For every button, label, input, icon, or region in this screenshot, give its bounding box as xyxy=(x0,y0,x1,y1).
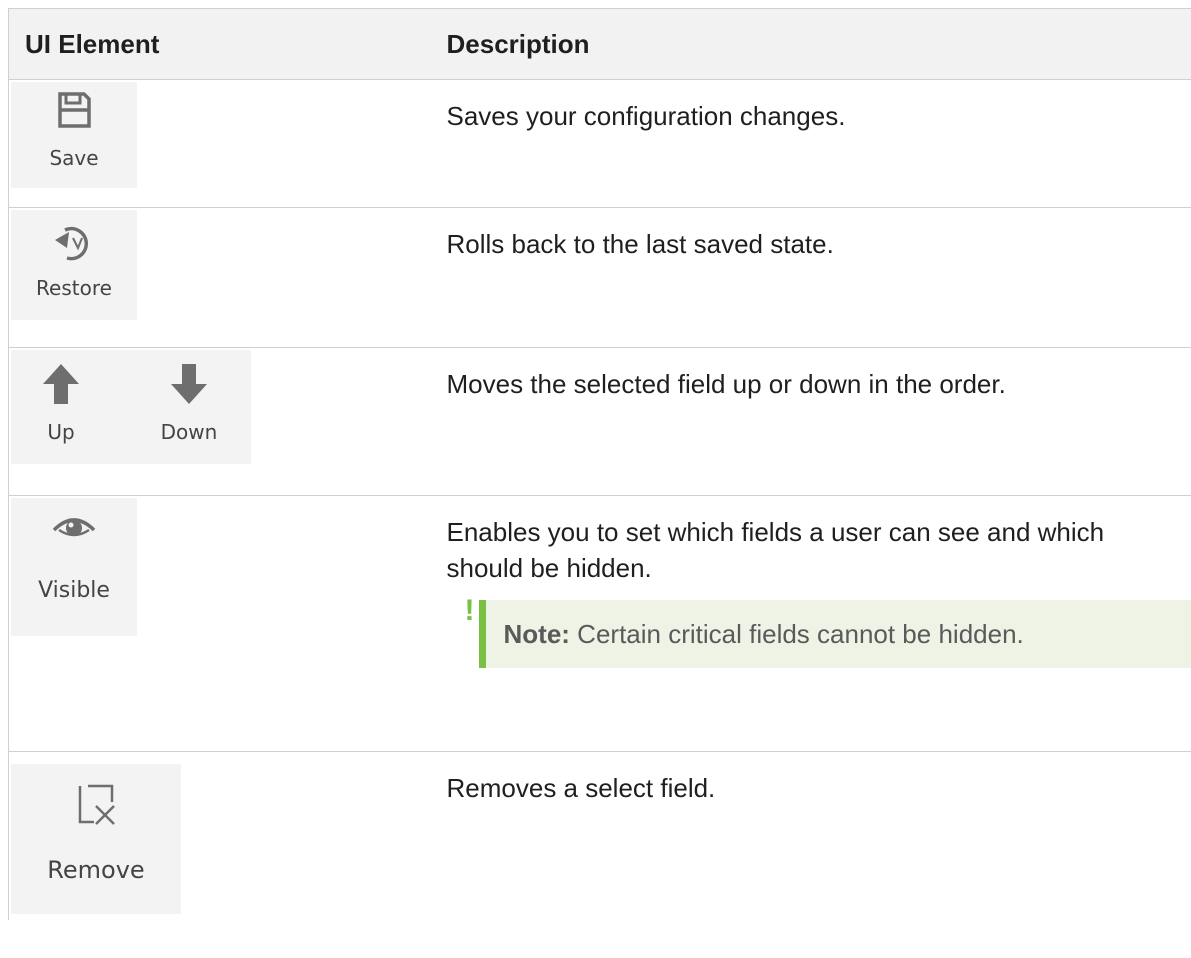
table-row: Up Down Moves the selected field up or d… xyxy=(8,347,1191,496)
table-header-row: UI Element Description xyxy=(8,8,1191,80)
column-header-ui-element: UI Element xyxy=(8,8,443,80)
arrow-up-icon xyxy=(43,364,79,404)
note-text: Certain critical fields cannot be hidden… xyxy=(577,619,1024,649)
remove-button[interactable]: Remove xyxy=(11,764,181,914)
eye-icon xyxy=(52,518,96,537)
ui-element-cell: Save xyxy=(8,79,443,208)
ui-element-cell: Up Down xyxy=(8,347,443,496)
table-row: Restore Rolls back to the last saved sta… xyxy=(8,207,1191,348)
remove-button-label: Remove xyxy=(47,856,145,884)
note-label: Note: xyxy=(503,619,570,649)
description-cell: Saves your configuration changes. xyxy=(442,79,1191,208)
restore-button[interactable]: Restore xyxy=(11,210,137,320)
ui-element-cell: Visible xyxy=(8,495,443,752)
table-row: Visible Enables you to set which fields … xyxy=(8,495,1191,752)
description-text: Enables you to set which fields a user c… xyxy=(446,517,1105,583)
arrow-down-icon xyxy=(171,364,207,404)
description-cell: Moves the selected field up or down in t… xyxy=(442,347,1191,496)
table-row: Save Saves your configuration changes. xyxy=(8,79,1191,208)
description-cell: Rolls back to the last saved state. xyxy=(442,207,1191,348)
save-button[interactable]: Save xyxy=(11,82,137,188)
up-button[interactable]: Up xyxy=(11,350,111,464)
up-button-label: Up xyxy=(47,420,75,444)
column-header-description: Description xyxy=(442,8,1191,80)
description-cell: Removes a select field. xyxy=(446,773,716,803)
note-callout: ! Note: Certain critical fields cannot b… xyxy=(465,596,1191,668)
remove-icon xyxy=(78,784,115,825)
ui-element-cell: Restore xyxy=(8,207,443,348)
save-button-label: Save xyxy=(49,146,99,170)
table-row: Remove Removes a select field. xyxy=(8,751,1191,920)
visible-button[interactable]: Visible xyxy=(11,498,137,636)
save-icon xyxy=(58,92,91,128)
ui-element-cell: Remove xyxy=(8,751,443,920)
restore-icon xyxy=(55,226,88,261)
down-button[interactable]: Down xyxy=(139,350,239,464)
description-cell: Enables you to set which fields a user c… xyxy=(442,495,1191,752)
ui-element-table: UI Element Description Save Saves your c… xyxy=(8,8,1191,920)
visible-button-label: Visible xyxy=(38,578,110,603)
note-marker-icon: ! xyxy=(464,594,475,627)
up-down-button-group: Up Down xyxy=(11,350,251,464)
restore-button-label: Restore xyxy=(36,276,112,300)
down-button-label: Down xyxy=(160,420,218,444)
